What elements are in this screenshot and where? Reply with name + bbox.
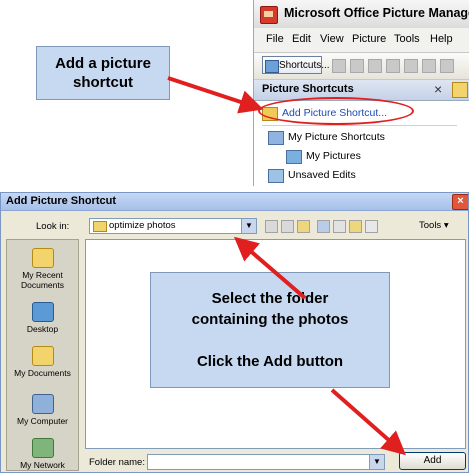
add-button[interactable]: Add: [399, 452, 466, 470]
callout-line: containing the photos: [191, 311, 349, 328]
pm-window-title: Microsoft Office Picture Manager: [284, 6, 469, 20]
place-label: My Recent Documents: [21, 270, 64, 290]
look-in-value: optimize photos: [109, 220, 176, 231]
pictures-folder-icon: [286, 150, 302, 164]
look-in-label: Look in:: [36, 221, 70, 232]
callout-add-shortcut: Add a picture shortcut: [36, 46, 170, 100]
picture-manager-window: Microsoft Office Picture Manager File Ed…: [253, 0, 469, 186]
my-documents-icon: [31, 346, 54, 366]
pm-menu-bar: File Edit View Picture Tools Help: [254, 28, 469, 53]
folder-name-input[interactable]: ▼: [147, 454, 385, 470]
menu-edit[interactable]: Edit: [292, 33, 311, 45]
place-my-computer[interactable]: My Computer: [7, 394, 78, 426]
my-network-icon: [31, 438, 54, 458]
menu-view[interactable]: View: [320, 33, 344, 45]
pane-item-label: My Pictures: [306, 150, 361, 162]
arrow-to-add-shortcut: [167, 76, 264, 114]
look-in-dropdown[interactable]: optimize photos ▼: [89, 218, 257, 234]
toolbar-delete-icon[interactable]: [386, 59, 400, 73]
shortcuts-folder-icon: [268, 131, 284, 145]
pane-item-label: Unsaved Edits: [288, 169, 356, 181]
chevron-down-icon[interactable]: ▼: [241, 219, 256, 233]
pm-toolbar: Shortcuts...: [254, 53, 469, 80]
toolbar-edit-icon[interactable]: [440, 59, 454, 73]
dialog-close-button[interactable]: ×: [452, 194, 468, 210]
pm-title-bar: Microsoft Office Picture Manager: [254, 0, 469, 29]
search-web-icon[interactable]: [317, 220, 330, 233]
desktop-icon: [31, 302, 54, 322]
toolbar-refresh-icon[interactable]: [404, 59, 418, 73]
place-label: My Computer: [16, 416, 68, 426]
new-folder-icon[interactable]: [349, 220, 362, 233]
callout-select-folder: Select the folder containing the photos …: [150, 272, 390, 388]
callout-line: shortcut: [73, 74, 133, 91]
thumbnail-view-icon[interactable]: [452, 82, 468, 98]
my-computer-icon: [31, 394, 54, 414]
places-bar: My Recent Documents Desktop My Documents…: [6, 239, 79, 471]
menu-file[interactable]: File: [266, 33, 284, 45]
place-desktop[interactable]: Desktop: [7, 302, 78, 334]
callout-line: Select the folder: [211, 290, 329, 307]
callout-line: Click the Add button: [196, 353, 344, 370]
up-folder-icon[interactable]: [281, 220, 294, 233]
pane-item-unsaved-edits[interactable]: Unsaved Edits: [268, 167, 448, 185]
shortcuts-icon: [265, 60, 279, 73]
highlight-ellipse: [258, 97, 414, 125]
tools-menu[interactable]: Tools ▾: [419, 220, 449, 231]
toolbar-copy-icon[interactable]: [368, 59, 382, 73]
toolbar-save-icon[interactable]: [332, 59, 346, 73]
folder-up-icon[interactable]: [297, 220, 310, 233]
menu-picture[interactable]: Picture: [352, 33, 386, 45]
back-icon[interactable]: [265, 220, 278, 233]
menu-tools[interactable]: Tools: [394, 33, 420, 45]
dialog-title-bar: Add Picture Shortcut ×: [1, 193, 468, 211]
pane-item-my-pictures[interactable]: My Pictures: [286, 148, 446, 166]
place-my-network[interactable]: My Network: [7, 438, 78, 470]
recent-documents-icon: [31, 248, 54, 268]
menu-help[interactable]: Help: [430, 33, 453, 45]
dialog-title: Add Picture Shortcut: [6, 195, 117, 207]
toolbar-print-icon[interactable]: [350, 59, 364, 73]
place-my-documents[interactable]: My Documents: [7, 346, 78, 378]
shortcuts-button-label: Shortcuts...: [279, 60, 330, 71]
shortcuts-button[interactable]: Shortcuts...: [262, 56, 330, 74]
callout-line: Add a picture: [55, 55, 151, 72]
delete-icon[interactable]: [333, 220, 346, 233]
views-icon[interactable]: [365, 220, 378, 233]
pane-title: Picture Shortcuts: [262, 83, 354, 95]
place-label: Desktop: [26, 324, 59, 334]
pane-close-icon[interactable]: ×: [434, 81, 442, 97]
edits-icon: [268, 169, 284, 183]
pane-item-my-picture-shortcuts[interactable]: My Picture Shortcuts: [268, 129, 448, 147]
place-label: My Documents: [14, 368, 71, 378]
folder-name-label: Folder name:: [89, 457, 145, 468]
pane-divider: [262, 125, 457, 126]
picture-manager-app-icon: [260, 6, 278, 24]
pane-item-label: My Picture Shortcuts: [288, 131, 385, 143]
chevron-down-icon[interactable]: ▼: [369, 455, 384, 469]
place-label: My Network: [20, 460, 65, 470]
toolbar-rotate-icon[interactable]: [422, 59, 436, 73]
place-my-recent-documents[interactable]: My Recent Documents: [7, 248, 78, 290]
folder-icon: [93, 221, 107, 232]
